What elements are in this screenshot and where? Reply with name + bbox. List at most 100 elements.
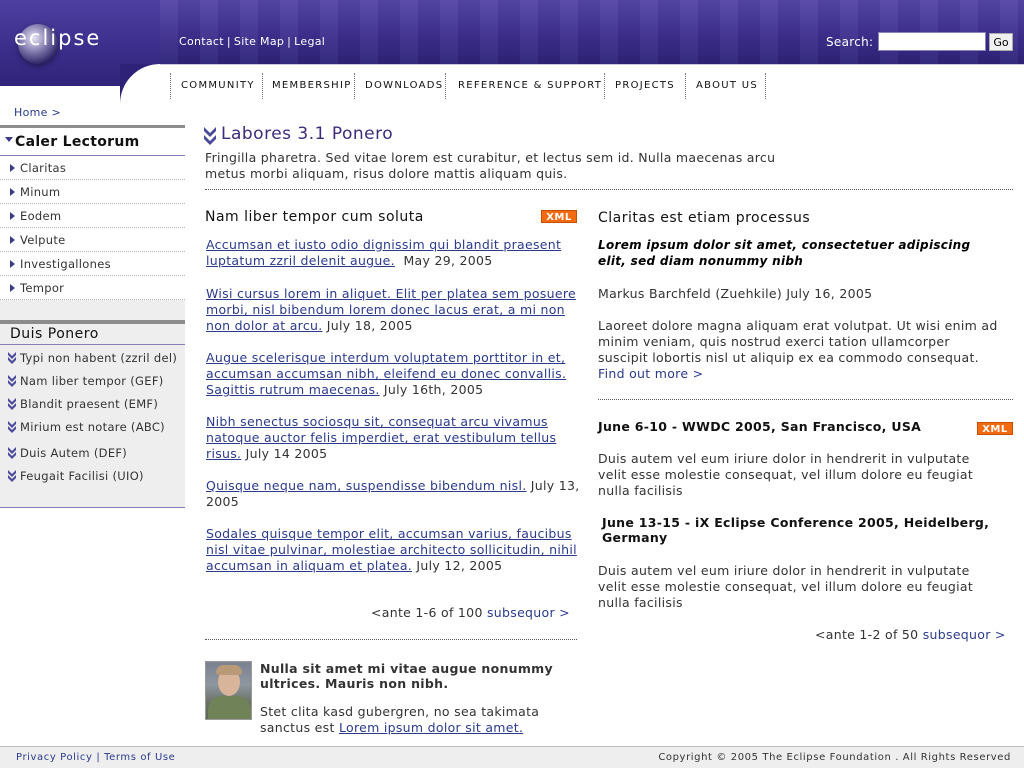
double-chevron-down-icon: [8, 470, 16, 482]
photo-hair: [216, 665, 242, 675]
find-out-more: Find out more >: [598, 366, 703, 382]
double-chevron-down-icon: [8, 375, 16, 387]
footer: Privacy Policy | Terms of Use Copyright …: [0, 746, 1024, 768]
sidebar-item-eodem[interactable]: Eodem: [0, 204, 185, 228]
sidebar-section-title: Caler Lectorum: [15, 134, 140, 150]
arrow-right-icon: [10, 212, 15, 220]
news-pager: <ante 1-6 of 100 subsequor >: [371, 605, 570, 620]
sidebar-project-item[interactable]: Duis Autem (DEF): [0, 442, 185, 464]
sidebar-item-label: Mirium est notare (ABC): [20, 420, 165, 434]
copyright: Copyright © 2005 The Eclipse Foundation …: [658, 752, 1011, 763]
legal-link[interactable]: Legal: [294, 35, 325, 48]
page-description: Fringilla pharetra. Sed vitae lorem est …: [205, 150, 776, 181]
feature-byline: Markus Barchfeld (Zuehkile) July 16, 200…: [598, 286, 873, 301]
sidebar-item-label: Duis Autem (DEF): [20, 446, 128, 460]
sidebar-project-item[interactable]: Nam liber tempor (GEF): [0, 370, 185, 392]
feature-section-title: Claritas est etiam processus: [598, 210, 811, 226]
site-map-link[interactable]: Site Map: [234, 35, 284, 48]
double-chevron-down-icon: [8, 398, 16, 410]
sidebar-item-investigallones[interactable]: Investigallones: [0, 252, 185, 276]
news-item: Augue scelerisque interdum voluptatem po…: [206, 350, 581, 398]
triangle-down-icon: [5, 137, 13, 142]
nav-downloads[interactable]: DOWNLOADS: [365, 75, 443, 97]
news-section-title: Nam liber tempor cum soluta: [205, 209, 424, 225]
nav-divider: [685, 73, 686, 99]
sidebar-project-item[interactable]: Blandit praesent (EMF): [0, 393, 185, 415]
feature-lead: Lorem ipsum dolor sit amet, consectetuer…: [598, 238, 971, 268]
double-chevron-down-icon: [8, 447, 16, 459]
arrow-right-icon: [10, 188, 15, 196]
sidebar-item-label: Nam liber tempor (GEF): [20, 374, 164, 388]
sidebar-item-label: Blandit praesent (EMF): [20, 397, 159, 411]
sidebar-item-label: Minum: [20, 185, 61, 199]
terms-of-use-link[interactable]: Terms of Use: [104, 752, 175, 763]
breadcrumb-home-link[interactable]: Home >: [14, 106, 61, 119]
find-out-more-link[interactable]: Find out more >: [598, 366, 703, 381]
nav-about-us[interactable]: ABOUT US: [696, 75, 758, 97]
nav-divider: [170, 73, 171, 99]
feature-body: Laoreet dolore magna aliquam erat volutp…: [598, 318, 998, 365]
pager-range[interactable]: <ante 1-2 of 50: [815, 627, 918, 642]
sidebar-item-claritas[interactable]: Claritas: [0, 156, 185, 180]
sidebar-project-item[interactable]: Mirium est notare (ABC): [0, 416, 185, 438]
news-date: July 14 2005: [245, 446, 328, 461]
sidebar-item-velpute[interactable]: Velpute: [0, 228, 185, 252]
search-go-button[interactable]: Go: [989, 33, 1013, 51]
sidebar-item-label: Typi non habent (zzril del): [20, 351, 178, 365]
profile-link[interactable]: Lorem ipsum dolor sit amet.: [339, 720, 523, 735]
nav-divider: [262, 73, 263, 99]
news-item: Sodales quisque tempor elit, accumsan va…: [206, 526, 581, 574]
pager-range[interactable]: <ante 1-6 of 100: [371, 605, 483, 620]
nav-community[interactable]: COMMUNITY: [181, 75, 255, 97]
nav-reference-support[interactable]: REFERENCE & SUPPORT: [458, 75, 602, 97]
sidebar-item-label: Tempor: [20, 281, 65, 295]
sidebar-bottom-line: [0, 507, 185, 508]
news-link[interactable]: Sodales quisque tempor elit, accumsan va…: [206, 526, 577, 573]
sidebar-item-tempor[interactable]: Tempor: [0, 276, 185, 300]
page-title: Labores 3.1 Ponero: [221, 124, 394, 144]
photo-body: [208, 696, 251, 719]
event-text: Duis autem vel eum iriure dolor in hendr…: [598, 563, 974, 610]
sidebar-project-item[interactable]: Feugait Facilisi (UIO): [0, 465, 185, 487]
divider: [205, 189, 1013, 190]
event-title: June 6-10 - WWDC 2005, San Francisco, US…: [598, 419, 922, 434]
double-chevron-down-icon: [8, 421, 16, 433]
nav-divider: [765, 73, 766, 99]
main-nav: COMMUNITY MEMBERSHIP DOWNLOADS REFERENCE…: [160, 64, 1024, 104]
news-date: May 29, 2005: [403, 253, 493, 268]
pager-next-link[interactable]: subsequor >: [487, 605, 570, 620]
sidebar-section-header[interactable]: Caler Lectorum: [0, 128, 185, 156]
news-date: July 18, 2005: [326, 318, 413, 333]
sidebar-item-label: Feugait Facilisi (UIO): [20, 469, 144, 483]
event-title: June 13-15 - iX Eclipse Conference 2005,…: [602, 515, 990, 545]
sidebar-item-minum[interactable]: Minum: [0, 180, 185, 204]
search-label: Search:: [826, 35, 874, 49]
top-links: Contact | Site Map | Legal: [179, 35, 326, 48]
xml-feed-badge[interactable]: XML: [541, 210, 577, 223]
events-pager: <ante 1-2 of 50 subsequor >: [815, 627, 1006, 642]
sidebar-project-item[interactable]: Typi non habent (zzril del): [0, 347, 185, 369]
divider: [598, 399, 1013, 400]
search-input[interactable]: [878, 32, 986, 51]
contact-link[interactable]: Contact: [179, 35, 224, 48]
pager-next-link[interactable]: subsequor >: [923, 627, 1006, 642]
privacy-policy-link[interactable]: Privacy Policy: [16, 752, 93, 763]
nav-divider: [354, 73, 355, 99]
logo-text[interactable]: eclipse: [14, 26, 101, 50]
sidebar-section-title: Duis Ponero: [10, 326, 99, 342]
nav-membership[interactable]: MEMBERSHIP: [272, 75, 352, 97]
arrow-right-icon: [10, 260, 15, 268]
xml-feed-badge[interactable]: XML: [977, 422, 1013, 435]
sidebar-divider: [0, 344, 185, 345]
sidebar: Caler Lectorum Claritas Minum Eodem Velp…: [0, 125, 185, 508]
profile-text: Stet clita kasd gubergren, no sea takima…: [260, 704, 570, 736]
news-link[interactable]: Accumsan et iusto odio dignissim qui bla…: [206, 237, 561, 268]
nav-projects[interactable]: PROJECTS: [615, 75, 675, 97]
news-item: Nibh senectus sociosqu sit, consequat ar…: [206, 414, 581, 462]
divider: [205, 639, 577, 640]
news-link[interactable]: Quisque neque nam, suspendisse bibendum …: [206, 478, 527, 493]
nav-divider: [445, 73, 446, 99]
arrow-right-icon: [10, 284, 15, 292]
sidebar-item-label: Claritas: [20, 161, 67, 175]
double-chevron-down-icon: [8, 352, 16, 364]
